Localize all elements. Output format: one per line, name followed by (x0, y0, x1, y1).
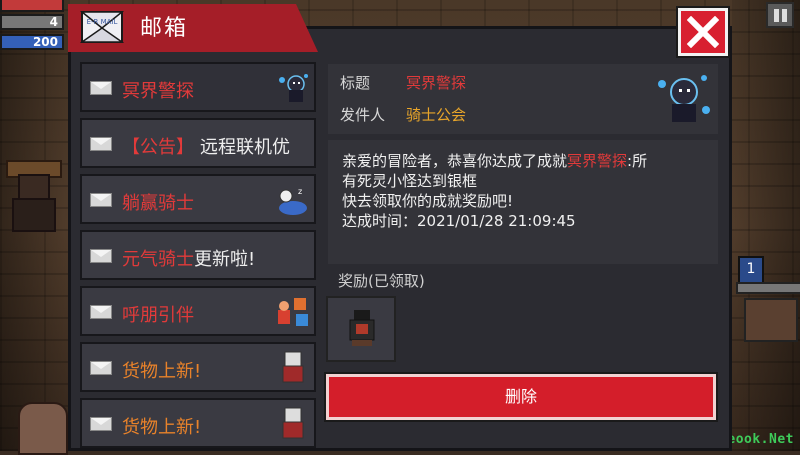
mail-icon: E-R MAIL (80, 11, 124, 43)
mail-timestamp: 达成时间：2021/01/28 21:09:45 (342, 212, 576, 230)
weapon-slot-badge: 1 (738, 256, 764, 284)
mail-body: 亲爱的冒险者，恭喜你达成了成就冥界警探:所 有死灵小怪达到银框 快去领取你的成就… (328, 140, 718, 264)
mail-icon-text: E-R MAIL (87, 18, 118, 26)
friends-icon (278, 298, 308, 326)
pause-button[interactable] (766, 2, 794, 28)
envelope-icon (90, 81, 112, 95)
reward-label: 奖励(已领取) (338, 272, 425, 290)
mail-item[interactable]: 躺赢骑士 z (80, 174, 316, 224)
sender-value: 骑士公会 (406, 106, 467, 124)
reward-slot[interactable] (326, 296, 396, 362)
energy-bar: 200 (0, 34, 64, 50)
envelope-icon (90, 193, 112, 207)
delete-button[interactable]: 删除 (326, 374, 716, 420)
merchant-icon (282, 351, 304, 383)
reward-item-icon (349, 310, 375, 346)
svg-text:z: z (298, 187, 302, 196)
sleeping-knight-icon: z (279, 187, 307, 215)
mail-item[interactable]: 货物上新! (80, 342, 316, 392)
mail-body-line: 亲爱的冒险者，恭喜你达成了成就冥界警探:所 (342, 152, 648, 170)
mail-item[interactable]: 【公告】 远程联机优 (80, 118, 316, 168)
mail-item[interactable]: 货物上新! (80, 398, 316, 448)
mail-item[interactable]: 呼朋引伴 (80, 286, 316, 336)
mail-item-title: 货物上新! (122, 417, 202, 438)
merchant-icon (282, 407, 304, 439)
subject-value: 冥界警探 (406, 74, 467, 92)
mail-item-title: 【公告】 远程联机优 (122, 137, 290, 158)
chest-icon (744, 298, 798, 342)
envelope-icon (90, 361, 112, 375)
background-shade-right (732, 0, 800, 451)
weapon-icon (736, 282, 800, 294)
mail-item-title: 呼朋引伴 (122, 305, 194, 326)
mail-body-line: 快去领取你的成就奖励吧! (342, 192, 514, 210)
mail-item[interactable]: 冥界警探 (80, 62, 316, 112)
side-weapon-ui: 1 (734, 248, 800, 348)
npc-character (4, 160, 62, 232)
hp-bar (0, 0, 64, 12)
ghost-detective-icon (658, 75, 710, 122)
envelope-icon (90, 249, 112, 263)
close-icon (687, 16, 719, 48)
close-button[interactable] (678, 8, 728, 56)
ghost-detective-icon (279, 74, 308, 102)
player-character (18, 402, 68, 455)
envelope-icon (90, 417, 112, 431)
mail-item-title: 元气骑士更新啦! (122, 249, 256, 270)
envelope-icon (90, 305, 112, 319)
mail-body-line: 有死灵小怪达到银框 (342, 172, 478, 190)
envelope-icon (90, 137, 112, 151)
subject-label: 标题 (340, 74, 371, 92)
mail-item-title: 躺赢骑士 (122, 193, 194, 214)
dialog-title: 邮箱 (140, 16, 189, 41)
mail-item-title: 冥界警探 (122, 81, 194, 102)
sender-label: 发件人 (340, 106, 386, 124)
mail-detail-header: 标题 冥界警探 发件人 骑士公会 (328, 64, 718, 134)
armor-bar: 4 (0, 14, 64, 30)
mail-item[interactable]: 元气骑士更新啦! (80, 230, 316, 280)
mail-list[interactable]: 冥界警探 【公告】 远程联机优 躺赢骑士 z 元气骑士更新啦! 呼朋引伴 货物上… (80, 62, 318, 451)
mail-item-title: 货物上新! (122, 361, 202, 382)
